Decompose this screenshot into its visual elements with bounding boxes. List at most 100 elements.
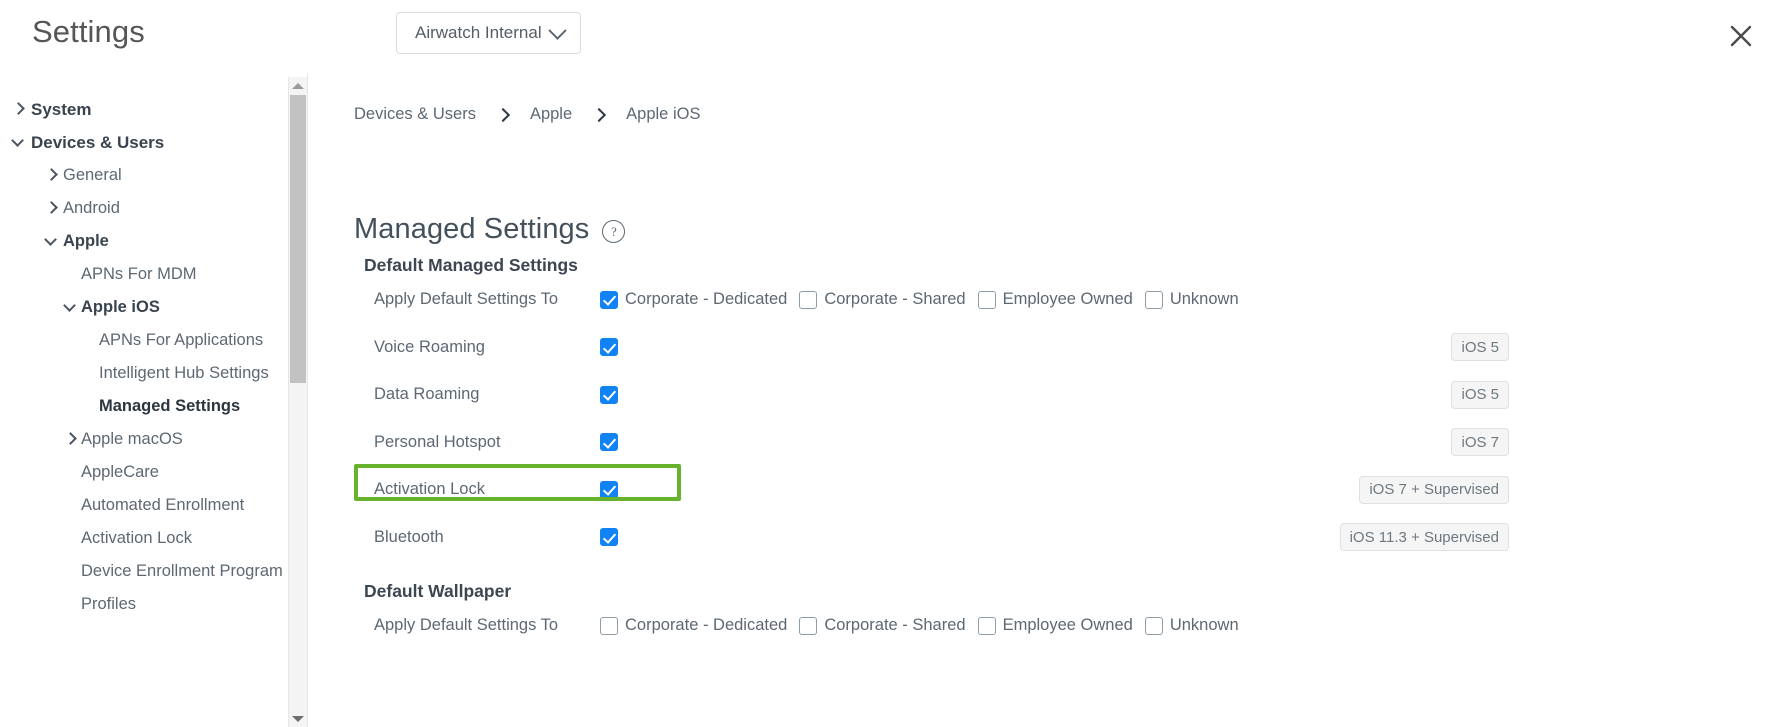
checkbox-option-label: Corporate - Dedicated [625,616,788,635]
sidebar-item-applecare[interactable]: AppleCare [0,456,328,489]
checkbox-option[interactable]: Unknown [1144,290,1239,309]
os-requirement-badge: iOS 5 [1451,380,1509,409]
sidebar-item-label: Managed Settings [99,397,241,415]
sidebar-scrollbar[interactable] [288,77,307,727]
app-body: System Devices & Users General Android Apple… [0,73,1781,727]
sidebar-item-label: Activation Lock [81,529,192,547]
sidebar-item-profiles[interactable]: Profiles [0,588,328,621]
chevron-right-icon[interactable] [64,433,76,445]
checkbox-option-label: Corporate - Shared [824,616,966,635]
checkbox-option-label: Employee Owned [1002,290,1133,309]
sidebar-item-apple-ios[interactable]: Apple iOS [0,291,328,324]
chevron-right-icon[interactable] [45,169,57,181]
section-header: Default Wallpaper [364,581,512,601]
checkbox-unchecked-icon[interactable] [977,616,996,635]
sidebar-divider [307,73,308,727]
breadcrumb-separator-icon [593,109,605,121]
sidebar-item-label: Device Enrollment Program [81,562,283,580]
setting-row: Voice Roaming iOS 5 [310,324,1781,372]
os-requirement-badge: iOS 7 [1451,428,1509,457]
sidebar-nav-list: System Devices & Users General Android Apple… [0,73,328,621]
setting-control [600,528,1781,547]
sidebar-scrollbar-thumb[interactable] [290,95,306,383]
setting-row: Personal Hotspot iOS 7 [310,419,1781,467]
checkbox-checked-icon[interactable] [600,433,618,452]
chevron-down-icon [547,20,567,40]
checkbox-group: Corporate - Dedicated Corporate - Shared E… [600,616,1251,635]
sidebar-item-android[interactable]: Android [0,192,328,225]
checkbox-option[interactable]: Corporate - Shared [799,290,966,309]
checkbox-option[interactable]: Unknown [1144,616,1239,635]
checkbox-unchecked-icon[interactable] [1144,616,1163,635]
sidebar-item-device-enrollment-program[interactable]: Device Enrollment Program [0,555,328,588]
breadcrumb-item[interactable]: Apple [530,105,572,124]
checkbox-unchecked-icon[interactable] [977,290,996,309]
sidebar-item-intelligent-hub-settings[interactable]: Intelligent Hub Settings [0,357,328,390]
checkbox-unchecked-icon[interactable] [600,616,618,635]
chevron-down-icon[interactable] [12,136,24,148]
sidebar-item-label: Profiles [81,595,137,613]
checkbox-option[interactable]: Corporate - Dedicated [600,616,787,635]
os-requirement-badge-wrap: iOS 7 + Supervised [1359,475,1509,504]
checkbox-checked-icon[interactable] [600,385,618,404]
sidebar-item-activation-lock[interactable]: Activation Lock [0,522,328,555]
breadcrumb: Devices & Users Apple Apple iOS [354,105,700,124]
setting-label: Apply Default Settings To [374,290,559,309]
setting-control: Corporate - Dedicated Corporate - Shared E… [600,290,1781,309]
section-header: Default Managed Settings [364,255,578,275]
checkbox-option-label: Unknown [1169,616,1239,635]
sidebar-item-general[interactable]: General [0,159,328,192]
settings-sidebar: System Devices & Users General Android Apple… [0,73,328,727]
page-title: Managed Settings [354,213,590,245]
sidebar-item-apns-for-mdm[interactable]: APNs For MDM [0,258,328,291]
app-header: Settings Airwatch Internal [0,0,1781,73]
chevron-down-icon[interactable] [45,235,57,247]
checkbox-unchecked-icon[interactable] [799,290,818,309]
checkbox-checked-icon[interactable] [600,480,618,499]
breadcrumb-item[interactable]: Apple iOS [626,105,700,124]
sidebar-item-automated-enrollment[interactable]: Automated Enrollment [0,489,328,522]
os-requirement-badge: iOS 7 + Supervised [1359,475,1509,504]
checkbox-checked-icon[interactable] [600,338,618,357]
sidebar-item-devices-users[interactable]: Devices & Users [0,126,328,159]
os-requirement-badge-wrap: iOS 5 [1451,380,1509,409]
sidebar-item-managed-settings[interactable]: Managed Settings [0,390,328,423]
setting-label: Data Roaming [374,385,480,404]
checkbox-checked-icon[interactable] [600,290,618,309]
scroll-up-arrow-icon[interactable] [289,77,307,94]
chevron-right-icon[interactable] [12,103,24,115]
checkbox-option-label: Unknown [1169,290,1239,309]
checkbox-unchecked-icon[interactable] [799,616,818,635]
os-requirement-badge: iOS 5 [1451,333,1509,362]
organization-group-selector[interactable]: Airwatch Internal [396,12,581,54]
setting-label: Personal Hotspot [374,432,501,451]
sidebar-item-apple[interactable]: Apple [0,225,328,258]
setting-row: Apply Default Settings To Corporate - Ded… [310,602,1781,650]
setting-control [600,480,1781,499]
sidebar-item-label: AppleCare [81,463,159,481]
sidebar-item-apns-for-applications[interactable]: APNs For Applications [0,324,328,357]
chevron-down-icon[interactable] [64,301,76,313]
help-icon[interactable]: ? [602,220,626,243]
sidebar-item-system[interactable]: System [0,93,328,126]
checkbox-option[interactable]: Corporate - Shared [799,616,966,635]
page-header: Managed Settings ? [354,213,626,246]
chevron-right-icon[interactable] [45,202,57,214]
setting-label: Apply Default Settings To [374,616,559,635]
checkbox-option[interactable]: Corporate - Dedicated [600,290,787,309]
breadcrumb-item[interactable]: Devices & Users [354,105,476,124]
setting-control [600,385,1781,404]
close-button[interactable] [1719,14,1763,58]
sidebar-item-label: APNs For Applications [99,331,264,349]
sidebar-item-label: Devices & Users [31,132,165,152]
main-content: Devices & Users Apple Apple iOS Managed Se… [310,73,1781,727]
setting-control [600,433,1781,452]
checkbox-unchecked-icon[interactable] [1144,290,1163,309]
checkbox-option[interactable]: Employee Owned [977,616,1133,635]
os-requirement-badge-wrap: iOS 5 [1451,333,1509,362]
checkbox-option[interactable]: Employee Owned [977,290,1133,309]
checkbox-checked-icon[interactable] [600,528,618,547]
checkbox-option-label: Employee Owned [1002,616,1133,635]
sidebar-item-apple-macos[interactable]: Apple macOS [0,423,328,456]
scroll-down-arrow-icon[interactable] [289,710,307,727]
